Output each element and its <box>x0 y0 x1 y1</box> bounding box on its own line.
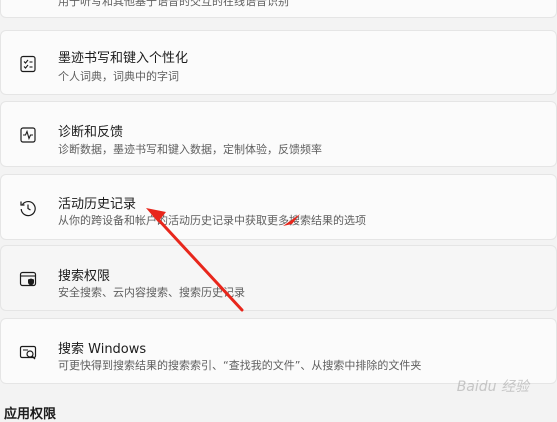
inking-typing-desc: 个人词典，词典中的字词 <box>58 70 179 83</box>
diagnostics-icon <box>18 125 38 145</box>
app-permissions-header: 应用权限 <box>4 407 57 422</box>
search-windows-desc: 可更快得到搜索结果的搜索索引、“查找我的文件”、从搜索中排除的文件夹 <box>58 359 422 372</box>
diagnostics-feedback-title: 诊断和反馈 <box>58 125 124 140</box>
speech-card-desc: 用于听写和其他基于语音的交互的在线语音识别 <box>58 0 289 8</box>
diagnostics-feedback-desc: 诊断数据，墨迹书写和键入数据，定制体验，反馈频率 <box>58 143 322 156</box>
baidu-watermark: Baidu 经验 <box>456 379 529 395</box>
microphone-icon <box>18 0 38 5</box>
activity-history-title: 活动历史记录 <box>58 197 137 212</box>
inking-typing-title: 墨迹书写和键入个性化 <box>58 51 189 66</box>
speech-card[interactable]: 用于听写和其他基于语音的交互的在线语音识别 <box>0 0 557 18</box>
search-permissions-card[interactable]: 搜索权限 安全搜索、云内容搜索、搜索历史记录 <box>0 245 557 311</box>
personal-dictionary-icon <box>18 54 38 74</box>
activity-history-card[interactable]: 活动历史记录 从你的跨设备和帐户的活动历史记录中获取更多搜索结果的选项 <box>0 174 557 240</box>
search-permissions-desc: 安全搜索、云内容搜索、搜索历史记录 <box>58 286 245 299</box>
activity-history-desc: 从你的跨设备和帐户的活动历史记录中获取更多搜索结果的选项 <box>58 214 366 227</box>
search-windows-icon <box>18 343 38 363</box>
search-permissions-icon <box>18 269 38 289</box>
search-permissions-title: 搜索权限 <box>58 269 111 284</box>
search-windows-title: 搜索 Windows <box>58 342 147 357</box>
activity-history-icon <box>18 198 38 218</box>
inking-typing-card[interactable]: 墨迹书写和键入个性化 个人词典，词典中的字词 <box>0 30 557 95</box>
search-windows-card[interactable]: 搜索 Windows 可更快得到搜索结果的搜索索引、“查找我的文件”、从搜索中排… <box>0 318 557 384</box>
diagnostics-feedback-card[interactable]: 诊断和反馈 诊断数据，墨迹书写和键入数据，定制体验，反馈频率 <box>0 101 557 167</box>
